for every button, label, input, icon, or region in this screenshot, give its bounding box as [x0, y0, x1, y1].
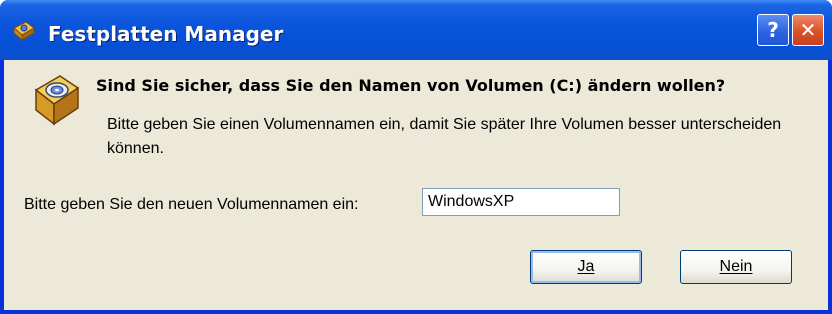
- window-title: Festplatten Manager: [48, 22, 284, 46]
- no-button[interactable]: Nein: [680, 250, 792, 284]
- title-bar[interactable]: Festplatten Manager ? ✕: [0, 0, 832, 60]
- disk-rename-icon: [30, 72, 82, 128]
- close-button[interactable]: ✕: [792, 14, 824, 46]
- question-text: Sind Sie sicher, dass Sie den Namen von …: [96, 76, 726, 95]
- volume-name-label: Bitte geben Sie den neuen Volumennamen e…: [24, 196, 359, 213]
- dialog-body: Sind Sie sicher, dass Sie den Namen von …: [4, 60, 828, 310]
- volume-name-input[interactable]: [422, 188, 620, 216]
- disk-manager-icon: [12, 20, 36, 42]
- close-icon: ✕: [799, 18, 817, 42]
- dialog-window: Festplatten Manager ? ✕ Sind Sie sicher,…: [0, 0, 832, 314]
- info-text: Bitte geben Sie einen Volumennamen ein, …: [107, 116, 782, 157]
- help-button[interactable]: ?: [757, 14, 789, 46]
- yes-button[interactable]: Ja: [530, 250, 642, 284]
